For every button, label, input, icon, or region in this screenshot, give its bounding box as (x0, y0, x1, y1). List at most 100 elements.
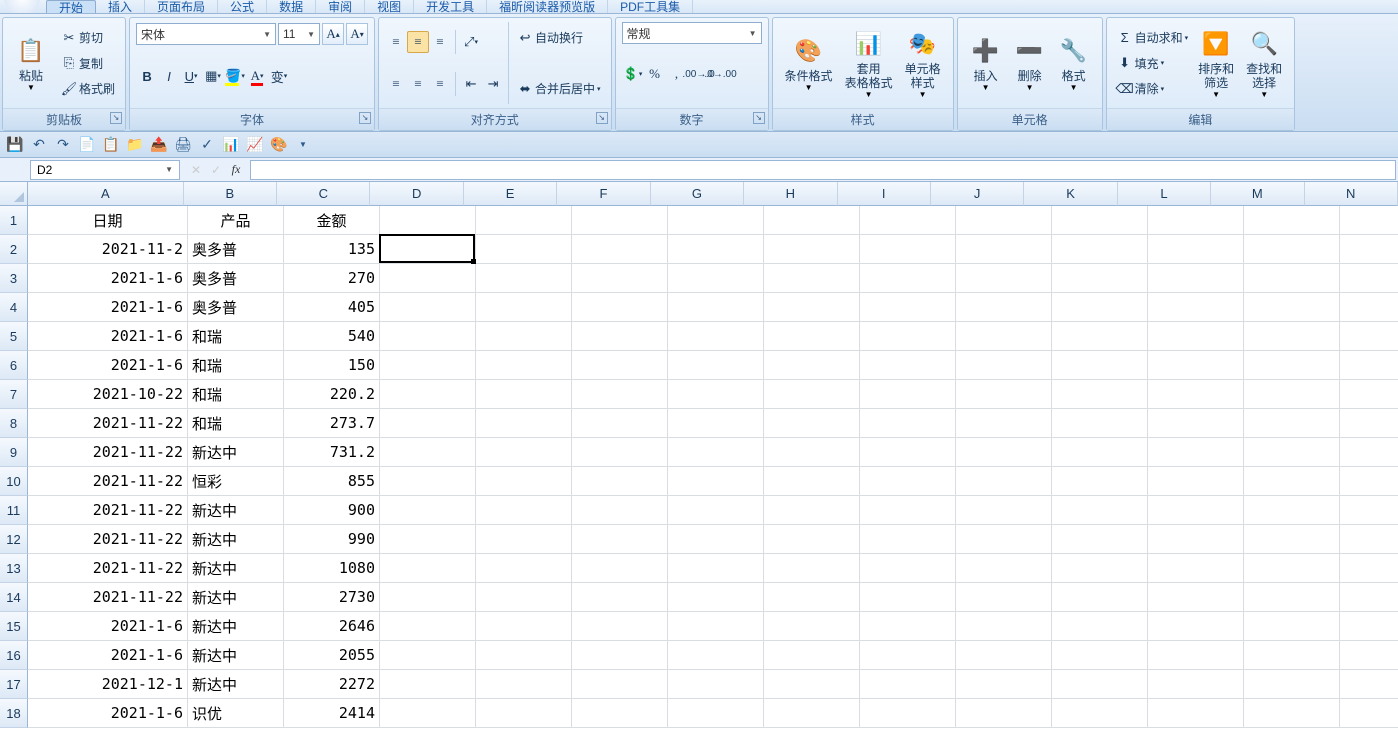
undo-button[interactable]: ↶ (28, 134, 50, 156)
cell-F7[interactable] (572, 380, 668, 409)
fill-color-button[interactable]: 🪣▾ (224, 65, 246, 87)
cell-M16[interactable] (1244, 641, 1340, 670)
cell-G15[interactable] (668, 612, 764, 641)
align-bottom-button[interactable]: ≡ (429, 31, 451, 53)
col-header-B[interactable]: B (184, 182, 277, 206)
cell-I17[interactable] (860, 670, 956, 699)
row-header-7[interactable]: 7 (0, 380, 28, 409)
cell-E12[interactable] (476, 525, 572, 554)
accounting-format-button[interactable]: 💲▾ (622, 63, 644, 85)
cell-I18[interactable] (860, 699, 956, 728)
cell-C10[interactable]: 855 (284, 467, 380, 496)
cell-A1[interactable]: 日期 (28, 206, 188, 235)
table-format-button[interactable]: 📊套用 表格格式▼ (839, 26, 899, 101)
format-cells-button[interactable]: 🔧格式▼ (1052, 33, 1096, 94)
cell-H15[interactable] (764, 612, 860, 641)
cell-L17[interactable] (1148, 670, 1244, 699)
cell-N16[interactable] (1340, 641, 1398, 670)
cell-C1[interactable]: 金额 (284, 206, 380, 235)
col-header-H[interactable]: H (744, 182, 837, 206)
row-header-10[interactable]: 10 (0, 467, 28, 496)
row-header-8[interactable]: 8 (0, 409, 28, 438)
cell-I12[interactable] (860, 525, 956, 554)
cell-F12[interactable] (572, 525, 668, 554)
cell-C13[interactable]: 1080 (284, 554, 380, 583)
cell-K10[interactable] (1052, 467, 1148, 496)
cell-K11[interactable] (1052, 496, 1148, 525)
font-size-combo[interactable]: 11▼ (278, 23, 320, 45)
cell-M1[interactable] (1244, 206, 1340, 235)
phonetic-button[interactable]: 变▾ (268, 65, 290, 87)
fx-icon[interactable]: fx (226, 162, 246, 177)
col-header-M[interactable]: M (1211, 182, 1304, 206)
delete-cells-button[interactable]: ➖删除▼ (1008, 33, 1052, 94)
cell-G13[interactable] (668, 554, 764, 583)
cell-M8[interactable] (1244, 409, 1340, 438)
cell-H13[interactable] (764, 554, 860, 583)
cell-K16[interactable] (1052, 641, 1148, 670)
cell-J9[interactable] (956, 438, 1052, 467)
tab-9[interactable]: PDF工具集 (608, 0, 693, 14)
cell-M9[interactable] (1244, 438, 1340, 467)
cell-N18[interactable] (1340, 699, 1398, 728)
cell-D4[interactable] (380, 293, 476, 322)
tab-8[interactable]: 福昕阅读器预览版 (487, 0, 608, 14)
cell-H17[interactable] (764, 670, 860, 699)
qat-btn-7[interactable]: 📤 (148, 134, 170, 156)
cell-N1[interactable] (1340, 206, 1398, 235)
qat-btn-8[interactable]: 🖨 (172, 134, 194, 156)
cell-L3[interactable] (1148, 264, 1244, 293)
cell-D7[interactable] (380, 380, 476, 409)
qat-btn-5[interactable]: 📋 (100, 134, 122, 156)
cell-N7[interactable] (1340, 380, 1398, 409)
cell-K1[interactable] (1052, 206, 1148, 235)
cell-F14[interactable] (572, 583, 668, 612)
qat-btn-10[interactable]: 📊 (220, 134, 242, 156)
cell-C14[interactable]: 2730 (284, 583, 380, 612)
cell-D3[interactable] (380, 264, 476, 293)
cell-I6[interactable] (860, 351, 956, 380)
cell-A10[interactable]: 2021-11-22 (28, 467, 188, 496)
cell-A8[interactable]: 2021-11-22 (28, 409, 188, 438)
cell-B12[interactable]: 新达中 (188, 525, 284, 554)
cell-F5[interactable] (572, 322, 668, 351)
cell-G4[interactable] (668, 293, 764, 322)
select-all-corner[interactable] (0, 182, 28, 206)
orientation-button[interactable]: ⤢▾ (460, 31, 482, 53)
cell-I14[interactable] (860, 583, 956, 612)
cell-K2[interactable] (1052, 235, 1148, 264)
cell-K12[interactable] (1052, 525, 1148, 554)
cell-L10[interactable] (1148, 467, 1244, 496)
col-header-C[interactable]: C (277, 182, 370, 206)
cell-A16[interactable]: 2021-1-6 (28, 641, 188, 670)
alignment-dialog-launcher[interactable]: ↘ (596, 112, 608, 124)
cell-J18[interactable] (956, 699, 1052, 728)
cell-H2[interactable] (764, 235, 860, 264)
align-right-button[interactable]: ≡ (429, 73, 451, 95)
qat-btn-11[interactable]: 📈 (244, 134, 266, 156)
cell-F1[interactable] (572, 206, 668, 235)
col-header-I[interactable]: I (838, 182, 931, 206)
cell-B11[interactable]: 新达中 (188, 496, 284, 525)
cell-F4[interactable] (572, 293, 668, 322)
cell-E5[interactable] (476, 322, 572, 351)
cell-B1[interactable]: 产品 (188, 206, 284, 235)
cell-G18[interactable] (668, 699, 764, 728)
cell-B7[interactable]: 和瑞 (188, 380, 284, 409)
cell-G10[interactable] (668, 467, 764, 496)
cell-M2[interactable] (1244, 235, 1340, 264)
cell-J14[interactable] (956, 583, 1052, 612)
cell-B9[interactable]: 新达中 (188, 438, 284, 467)
cell-F10[interactable] (572, 467, 668, 496)
cell-E11[interactable] (476, 496, 572, 525)
cell-J7[interactable] (956, 380, 1052, 409)
cell-B8[interactable]: 和瑞 (188, 409, 284, 438)
cell-J10[interactable] (956, 467, 1052, 496)
fill-button[interactable]: ⬇填充▾ (1113, 53, 1193, 74)
autosum-button[interactable]: Σ自动求和▾ (1113, 27, 1193, 48)
cell-D10[interactable] (380, 467, 476, 496)
office-button[interactable] (4, 0, 40, 14)
tab-2[interactable]: 页面布局 (145, 0, 218, 14)
cell-C7[interactable]: 220.2 (284, 380, 380, 409)
cell-E2[interactable] (476, 235, 572, 264)
